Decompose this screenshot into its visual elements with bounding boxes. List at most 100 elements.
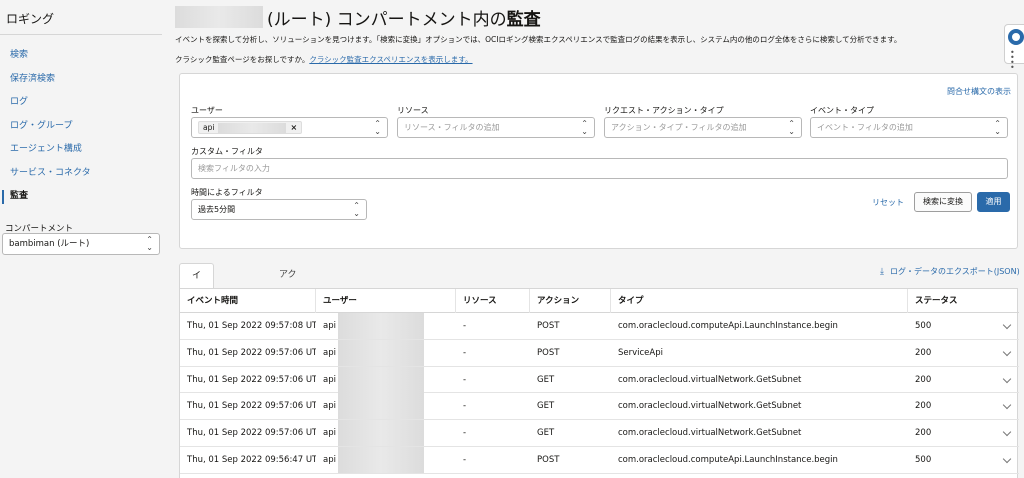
sidebar-item-agent-config[interactable]: エージェント構成 xyxy=(0,138,162,162)
cell-user-text: api xyxy=(323,374,336,385)
compartment-select[interactable]: bambiman (ルート) ⌃ ⌄ xyxy=(2,233,160,255)
cell-action: POST xyxy=(537,321,560,331)
page-description: イベントを探索して分析し、ソリューションを見つけます。「検索に変換」オプションで… xyxy=(175,35,902,44)
cell-user: api xyxy=(316,366,456,394)
download-icon: ⤓ xyxy=(880,267,884,277)
sidebar-nav: 検索 保存済検索 ログ ログ・グループ エージェント構成 サービス・コネクタ 監… xyxy=(0,44,162,209)
column-header-type[interactable]: タイプ xyxy=(611,289,908,313)
dots-grid-icon: • • • • xyxy=(1010,48,1016,72)
export-json-text: ログ・データのエクスポート(JSON) xyxy=(889,267,1020,276)
time-filter-value: 過去5分間 xyxy=(198,205,236,214)
cell-type: com.oraclecloud.computeApi.LaunchInstanc… xyxy=(618,321,838,331)
cell-status: 200 xyxy=(915,401,932,412)
cell-user-text: api xyxy=(323,455,336,465)
column-header-action[interactable]: アクション xyxy=(530,289,611,313)
cell-user: api xyxy=(316,339,456,367)
redacted-user-name xyxy=(337,366,424,393)
sidebar-item-logs[interactable]: ログ xyxy=(0,91,162,115)
event-filter-input[interactable]: イベント・フィルタの追加 ⌃ ⌄ xyxy=(810,117,1008,138)
cell-action: POST xyxy=(537,347,560,358)
table-row[interactable]: Thu, 01 Sep 2022 09:57:06 UTC api - GET … xyxy=(180,366,1019,394)
cell-user: api xyxy=(316,313,456,340)
updown-chevron-icon: ⌃ ⌄ xyxy=(146,235,153,252)
cell-event-time: Thu, 01 Sep 2022 09:56:47 UTC xyxy=(187,455,316,465)
cell-resource: - xyxy=(463,347,467,358)
title-compartment: コンパートメント内の xyxy=(331,9,507,30)
cell-status: 200 xyxy=(915,347,932,358)
action-filter-input[interactable]: アクション・タイプ・フィルタの追加 ⌃ ⌄ xyxy=(604,117,802,138)
cell-user: api xyxy=(316,420,456,447)
updown-chevron-icon: ⌃ ⌄ xyxy=(353,200,360,218)
page-title-text: (ルート) コンパートメント内の監査 xyxy=(267,5,541,30)
apply-button[interactable]: 適用 xyxy=(977,192,1010,212)
sidebar-item-search[interactable]: 検索 xyxy=(0,44,162,68)
tab-explore-events[interactable]: イベントの探索 xyxy=(179,263,215,425)
user-filter-input[interactable]: api × ⌃ ⌄ xyxy=(191,117,388,138)
table-row[interactable]: Thu, 01 Sep 2022 09:57:06 UTC api - GET … xyxy=(180,393,1019,421)
redacted-user-name xyxy=(337,313,424,339)
redacted-user-name xyxy=(337,420,424,447)
sidebar-item-audit[interactable]: 監査 xyxy=(0,185,162,209)
column-header-resource[interactable]: リソース xyxy=(456,289,530,313)
redacted-user-name xyxy=(337,393,424,420)
table-row[interactable]: Thu, 01 Sep 2022 09:57:08 UTC api - POST… xyxy=(180,313,1019,340)
cell-action: GET xyxy=(537,374,555,385)
sidebar-item-log-groups[interactable]: ログ・グループ xyxy=(0,115,162,139)
redacted-tenancy-name xyxy=(175,6,263,28)
resource-filter-input[interactable]: リソース・フィルタの追加 ⌃ ⌄ xyxy=(397,117,595,138)
user-filter-chip[interactable]: api × xyxy=(198,121,303,134)
cell-user-text: api xyxy=(323,428,336,439)
title-audit: 監査 xyxy=(506,9,541,30)
sidebar: ロギング 検索 保存済検索 ログ ログ・グループ エージェント構成 サービス・コ… xyxy=(0,0,166,478)
table-row[interactable]: Thu, 01 Sep 2022 09:57:06 UTC api - POST… xyxy=(180,339,1019,367)
column-header-user[interactable]: ユーザー xyxy=(316,289,456,313)
cell-resource: - xyxy=(463,428,467,439)
classic-experience-link[interactable]: クラシック監査エクスペリエンスを表示します。 xyxy=(309,55,472,64)
user-filter-label: ユーザー xyxy=(191,106,223,115)
sidebar-item-service-connectors[interactable]: サービス・コネクタ xyxy=(0,162,162,186)
cell-type: ServiceApi xyxy=(618,347,663,358)
cell-user-text: api xyxy=(323,347,336,358)
cell-event-time: Thu, 01 Sep 2022 09:57:08 UTC xyxy=(187,321,316,331)
reset-link[interactable]: リセット xyxy=(872,197,904,208)
cell-event-time: Thu, 01 Sep 2022 09:57:06 UTC xyxy=(187,374,316,385)
cell-action: GET xyxy=(537,428,555,439)
cell-status: 200 xyxy=(915,428,932,439)
cell-user-text: api xyxy=(323,401,336,412)
chip-remove-icon[interactable]: × xyxy=(290,122,297,133)
cell-user: api xyxy=(316,393,456,420)
cell-resource: - xyxy=(463,401,467,412)
time-filter-label: 時間によるフィルタ xyxy=(191,188,263,197)
cell-event-time: Thu, 01 Sep 2022 09:57:06 UTC xyxy=(187,428,316,439)
redacted-user-name xyxy=(337,447,424,473)
table-row[interactable]: Thu, 01 Sep 2022 09:57:06 UTC api - GET … xyxy=(180,420,1019,447)
user-chip-text: api xyxy=(203,123,215,132)
classic-prompt: クラシック監査ページをお探しですか。クラシック監査エクスペリエンスを表示します。 xyxy=(175,54,473,65)
tab-activity-stream[interactable]: アクティビティ・ストリーム xyxy=(267,263,309,424)
cell-resource: - xyxy=(463,321,467,331)
event-filter-label: イベント・タイプ xyxy=(810,106,874,115)
help-widget[interactable]: • • • • xyxy=(1004,24,1024,72)
resource-filter-placeholder: リソース・フィルタの追加 xyxy=(404,123,500,132)
cell-resource: - xyxy=(463,374,467,385)
redacted-user-name xyxy=(218,122,287,133)
updown-chevron-icon: ⌃ ⌄ xyxy=(581,118,588,136)
filter-panel: 問合せ構文の表示 ユーザー api × ⌃ ⌄ リソース リソース・フィルタの追加… xyxy=(179,73,1018,249)
cell-event-time: Thu, 01 Sep 2022 09:57:06 UTC xyxy=(187,347,316,358)
custom-filter-input[interactable]: 検索フィルタの入力 xyxy=(191,158,1008,179)
cell-status: 500 xyxy=(915,321,932,331)
sidebar-divider xyxy=(0,34,162,35)
table-row[interactable]: Thu, 01 Sep 2022 09:56:47 UTC api - POST… xyxy=(180,447,1019,474)
time-filter-select[interactable]: 過去5分間 ⌃ ⌄ xyxy=(191,199,367,220)
column-header-status[interactable]: ステータス xyxy=(908,289,1019,313)
query-syntax-link[interactable]: 問合せ構文の表示 xyxy=(947,86,1011,97)
column-header-event-time[interactable]: イベント時間 xyxy=(180,289,316,313)
convert-to-search-button[interactable]: 検索に変換 xyxy=(914,192,972,212)
cell-status: 200 xyxy=(915,374,932,385)
export-json-link[interactable]: ⤓ ログ・データのエクスポート(JSON) xyxy=(880,266,1020,277)
action-filter-placeholder: アクション・タイプ・フィルタの追加 xyxy=(611,123,747,132)
resource-filter-label: リソース xyxy=(397,106,429,115)
cell-type: com.oraclecloud.virtualNetwork.GetSubnet xyxy=(618,401,802,412)
sidebar-item-saved-search[interactable]: 保存済検索 xyxy=(0,68,162,92)
cell-type: com.oraclecloud.virtualNetwork.GetSubnet xyxy=(618,428,802,439)
